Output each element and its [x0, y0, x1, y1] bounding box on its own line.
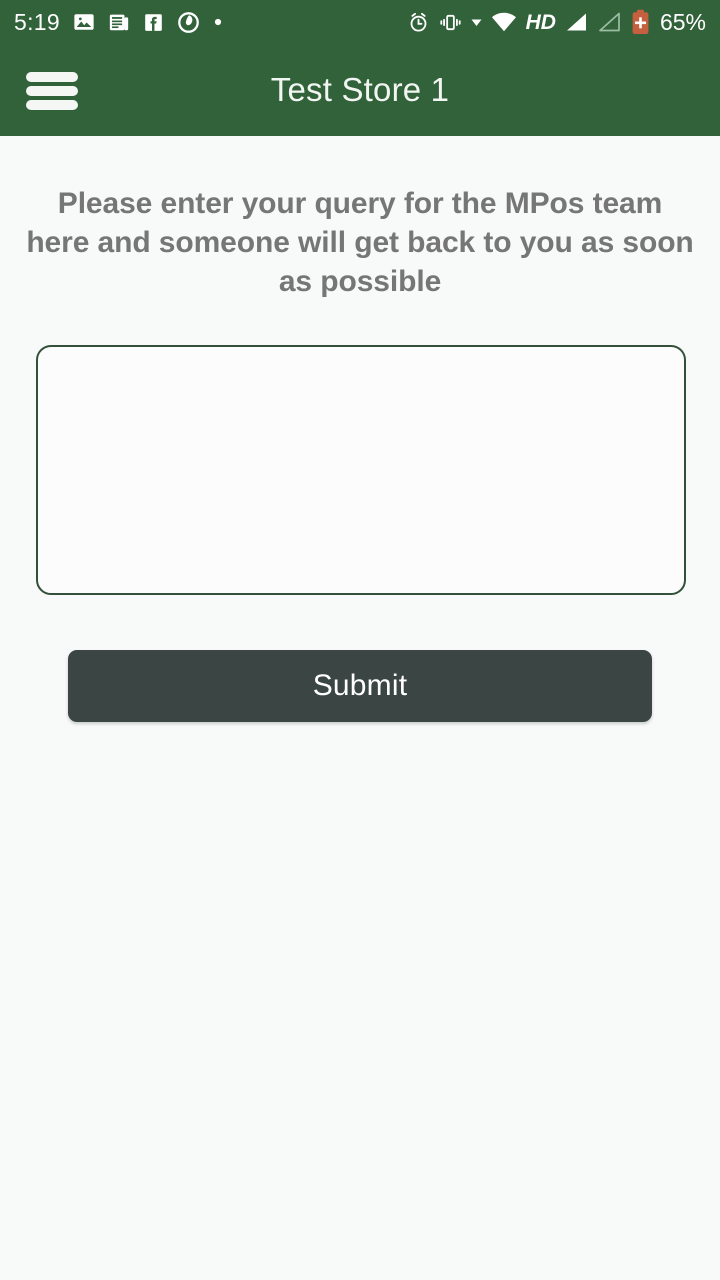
app-bar: Test Store 1 — [0, 44, 720, 136]
signal-bars-sim1-icon — [565, 12, 589, 32]
alarm-clock-icon — [407, 11, 430, 34]
submit-button[interactable]: Submit — [68, 650, 652, 722]
status-bar-clock: 5:19 — [14, 8, 60, 35]
dropdown-caret-icon — [471, 18, 482, 27]
battery-percentage-label: 65% — [659, 8, 706, 35]
hd-text: HD — [525, 10, 556, 34]
more-notifications-dot-icon — [213, 17, 223, 27]
page-title: Test Store 1 — [270, 71, 450, 108]
status-bar-left-group: 5:19 — [14, 8, 223, 35]
status-bar-right-group: HD 65% — [407, 9, 706, 35]
main-content: Please enter your query for the MPos tea… — [0, 136, 720, 1280]
photos-icon — [73, 11, 95, 33]
signal-bars-sim2-icon — [598, 12, 622, 32]
news-article-icon — [108, 11, 130, 33]
battery-icon — [631, 9, 650, 35]
query-input[interactable] — [36, 345, 686, 595]
wifi-icon — [491, 12, 517, 32]
hd-label-icon: HD — [526, 12, 556, 33]
status-bar: 5:19 HD 65% — [0, 0, 720, 44]
facebook-icon — [143, 12, 164, 33]
app-root: 5:19 HD 65% Test Store 1 Please enter yo… — [0, 0, 720, 1280]
vibrate-mode-icon — [439, 11, 462, 34]
instruction-text: Please enter your query for the MPos tea… — [26, 187, 694, 298]
vodafone-icon — [177, 11, 200, 34]
